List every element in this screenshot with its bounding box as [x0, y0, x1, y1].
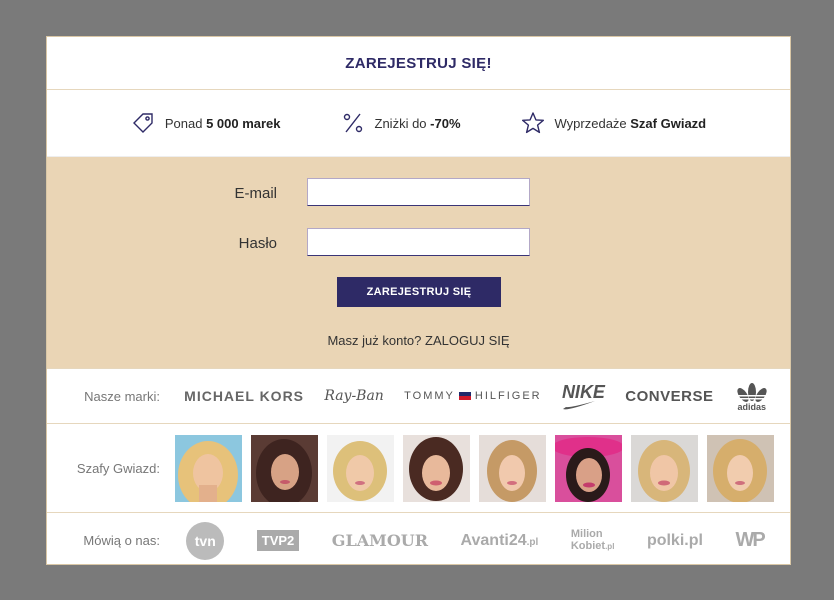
tag-icon — [132, 113, 153, 133]
star-avatar[interactable] — [707, 434, 774, 502]
portrait-image — [555, 434, 622, 502]
stars-section: Szafy Gwiazd: — [47, 423, 790, 512]
press-section: Mówią o nas: tvn TVP2 GLAMOUR Avanti24.p… — [47, 512, 790, 564]
modal-header: ZAREJESTRUJ SIĘ! — [47, 37, 790, 90]
brand-ray-ban-logo: Ray-Ban — [324, 388, 384, 404]
star-avatar[interactable] — [251, 434, 318, 502]
star-avatar[interactable] — [175, 434, 242, 502]
milion-tld: .pl — [605, 542, 615, 551]
tommy-text: TOMMY — [404, 390, 455, 402]
portrait-image — [707, 434, 774, 502]
avanti-tld: .pl — [526, 536, 539, 548]
avanti-text: Avanti24 — [460, 531, 527, 549]
press-list: tvn TVP2 GLAMOUR Avanti24.pl Milion Kobie… — [160, 521, 790, 560]
benefit-discount: Zniżki do -70% — [341, 111, 461, 135]
portrait-image — [403, 434, 470, 502]
brand-michael-kors-logo: MICHAEL KORS — [184, 388, 305, 404]
brands-label: Nasze marki: — [84, 388, 160, 404]
register-button[interactable]: ZAREJESTRUJ SIĘ — [337, 277, 501, 307]
modal-title: ZAREJESTRUJ SIĘ! — [345, 54, 492, 72]
registration-form: E-mail Hasło ZAREJESTRUJ SIĘ Masz już ko… — [47, 157, 790, 368]
press-polki-logo: polki.pl — [646, 531, 703, 549]
hilfiger-text: HILFIGER — [474, 390, 542, 402]
login-link[interactable]: ZALOGUJ SIĘ — [425, 333, 510, 348]
portrait-image — [175, 434, 242, 502]
portrait-image — [479, 434, 546, 502]
press-glamour-logo: GLAMOUR — [331, 531, 429, 550]
press-tvn-logo: tvn — [186, 521, 225, 560]
brands-section: Nasze marki: MICHAEL KORS Ray-Ban TOMMY … — [47, 368, 790, 423]
benefit-text: Ponad 5 000 marek — [164, 115, 281, 131]
benefits-bar: Ponad 5 000 marek Zniżki do -70% Wyprzed… — [47, 90, 790, 157]
percent-icon — [343, 113, 362, 133]
benefit-text: Zniżki do -70% — [374, 115, 461, 131]
press-label: Mówią o nas: — [83, 533, 160, 548]
brand-tommy-hilfiger-logo: TOMMY HILFIGER — [404, 390, 541, 402]
brand-list: MICHAEL KORS Ray-Ban TOMMY HILFIGER NIKE… — [160, 380, 790, 412]
press-tvp2-logo: TVP2 — [256, 530, 300, 551]
brand-converse-logo: CONVERSE — [625, 387, 714, 405]
star-avatar-list — [160, 434, 774, 502]
star-avatar[interactable] — [479, 434, 546, 502]
benefit-sales: Wyprzedaże Szaf Gwiazd — [521, 111, 707, 135]
press-avanti24-logo: Avanti24.pl — [461, 532, 539, 550]
flag-icon — [458, 392, 471, 400]
press-milion-kobiet-logo: Milion Kobiet.pl — [571, 528, 615, 553]
star-icon — [521, 112, 544, 134]
password-field[interactable] — [307, 228, 530, 256]
star-avatar[interactable] — [555, 434, 622, 502]
milion-text: Milion — [570, 528, 603, 540]
star-avatar[interactable] — [327, 434, 394, 502]
portrait-image — [251, 434, 318, 502]
brand-adidas-logo: adidas — [733, 380, 770, 412]
star-avatar[interactable] — [631, 434, 698, 502]
login-prompt-text: Masz już konto? — [327, 333, 422, 348]
trefoil-icon — [733, 383, 770, 402]
email-field[interactable] — [307, 178, 530, 206]
press-wp-logo: WP — [735, 529, 765, 551]
email-label: E-mail — [234, 185, 277, 202]
benefit-text: Wyprzedaże Szaf Gwiazd — [554, 115, 707, 131]
portrait-image — [327, 434, 394, 502]
benefit-brands: Ponad 5 000 marek — [131, 111, 281, 135]
star-avatar[interactable] — [403, 434, 470, 502]
registration-modal: ZAREJESTRUJ SIĘ! Ponad 5 000 marek Zniżk… — [46, 36, 791, 565]
portrait-image — [631, 434, 698, 502]
stars-label: Szafy Gwiazd: — [76, 460, 160, 476]
adidas-text: adidas — [737, 402, 767, 412]
login-prompt: Masz już konto? ZALOGUJ SIĘ — [47, 333, 790, 348]
brand-nike-logo: NIKE — [562, 382, 605, 411]
password-label: Hasło — [238, 235, 277, 252]
kobiet-text: Kobiet — [570, 540, 606, 552]
nike-text: NIKE — [561, 381, 605, 402]
